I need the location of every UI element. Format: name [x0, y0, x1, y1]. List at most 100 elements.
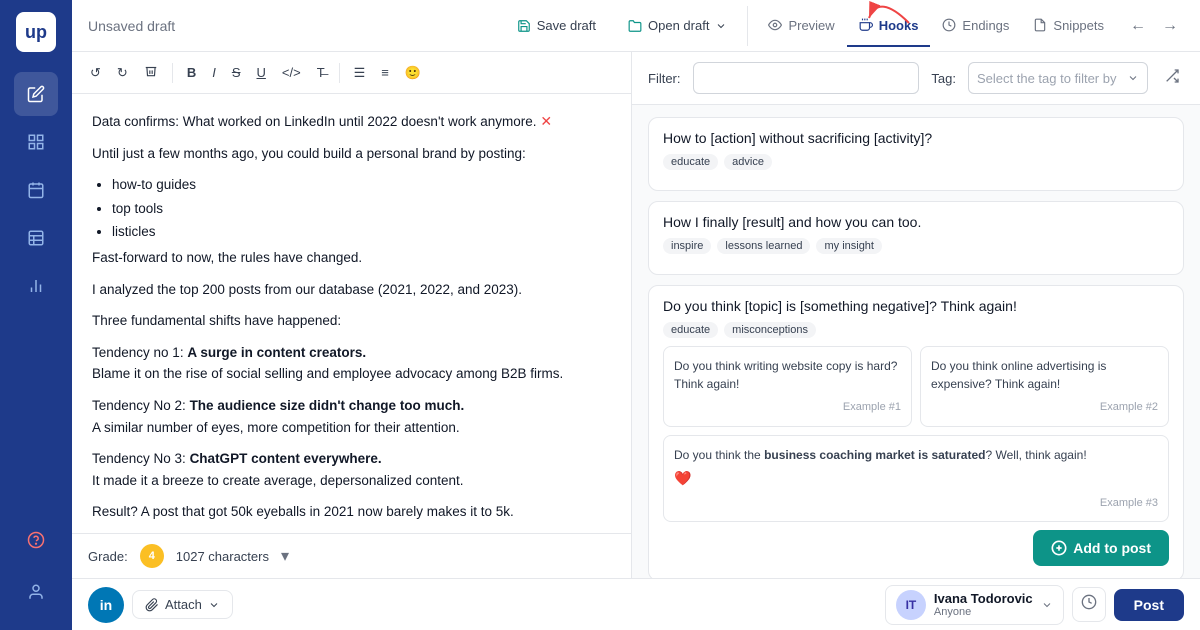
tag-select-placeholder: Select the tag to filter by: [977, 71, 1121, 86]
topbar: Unsaved draft Save draft Open draft Prev…: [72, 0, 1200, 52]
author-sub: Anyone: [934, 606, 1033, 618]
sidebar-item-help[interactable]: [14, 518, 58, 562]
undo-button[interactable]: ↺: [84, 61, 107, 85]
editor-paragraph: Tendency No 2: The audience size didn't …: [92, 395, 611, 438]
editor-content[interactable]: Data confirms: What worked on LinkedIn u…: [72, 94, 631, 533]
clear-format-button[interactable]: T̶: [311, 61, 331, 84]
sidebar-item-calendar[interactable]: [14, 168, 58, 212]
hook-tag: misconceptions: [724, 322, 816, 338]
hook-tags-3: educate misconceptions: [663, 322, 1169, 338]
shuffle-button[interactable]: [1160, 64, 1184, 93]
underline-button[interactable]: U: [251, 61, 272, 84]
hook-title-1: How to [action] without sacrificing [act…: [663, 130, 1169, 146]
save-draft-button[interactable]: Save draft: [505, 12, 608, 39]
sidebar-item-grid[interactable]: [14, 120, 58, 164]
bullet-list-button[interactable]: ☰: [348, 61, 372, 85]
editor-paragraph: Fast-forward to now, the rules have chan…: [92, 247, 611, 269]
filter-input[interactable]: [693, 62, 920, 94]
editor-paragraph: Data confirms: What worked on LinkedIn u…: [92, 110, 611, 133]
sidebar-bottom: [14, 518, 58, 618]
nav-arrows: ← →: [1124, 13, 1184, 39]
editor-list: how-to guides top tools listicles: [92, 174, 611, 243]
linkedin-label: in: [100, 597, 112, 613]
bold-button[interactable]: B: [181, 61, 202, 84]
list-item: how-to guides: [112, 174, 611, 196]
example-text: Do you think writing website copy is har…: [674, 357, 901, 393]
example-text: Do you think online advertising is expen…: [931, 357, 1158, 393]
hook-tag: lessons learned: [717, 238, 810, 254]
bottom-bar: in Attach IT Ivana Todorovic Anyone Post: [72, 578, 1200, 630]
sidebar-item-user[interactable]: [14, 570, 58, 614]
tab-preview[interactable]: Preview: [756, 6, 846, 47]
editor-toolbar: ↺ ↻ B I S U </> T̶ ☰ ≡ 🙂: [72, 52, 631, 94]
add-to-post-row: Add to post: [663, 522, 1169, 568]
app-logo: up: [16, 12, 56, 52]
hook-tags-2: inspire lessons learned my insight: [663, 238, 1169, 254]
char-caret-icon[interactable]: ▾: [281, 546, 289, 566]
strikethrough-button[interactable]: S: [226, 61, 247, 84]
hook-card-1: How to [action] without sacrificing [act…: [648, 117, 1184, 191]
tab-endings[interactable]: Endings: [930, 6, 1021, 47]
close-icon[interactable]: ✕: [540, 113, 552, 129]
code-button[interactable]: </>: [276, 61, 307, 84]
filter-bar: Filter: Tag: Select the tag to filter by: [632, 52, 1200, 105]
sidebar-item-chart[interactable]: [14, 264, 58, 308]
example-label: Example #2: [931, 399, 1158, 416]
ordered-list-button[interactable]: ≡: [375, 61, 395, 84]
add-to-post-label: Add to post: [1073, 540, 1151, 556]
add-to-post-button[interactable]: Add to post: [1033, 530, 1169, 566]
post-button[interactable]: Post: [1114, 589, 1184, 621]
grade-badge: 4: [140, 544, 164, 568]
editor-paragraph: Result? A post that got 50k eyeballs in …: [92, 501, 611, 523]
schedule-button[interactable]: [1072, 587, 1106, 622]
editor-paragraph: I analyzed the top 200 posts from our da…: [92, 279, 611, 301]
editor-footer: Grade: 4 1027 characters ▾: [72, 533, 631, 578]
emoji-button[interactable]: 🙂: [399, 61, 427, 85]
hook-tag: educate: [663, 154, 718, 170]
hooks-list: How to [action] without sacrificing [act…: [632, 105, 1200, 578]
avatar: IT: [896, 590, 926, 620]
example-label: Example #1: [674, 399, 901, 416]
emoji-icon: ❤️: [674, 470, 691, 486]
editor-paragraph: Tendency no 1: A surge in content creato…: [92, 342, 611, 385]
nav-forward-button[interactable]: →: [1156, 13, 1184, 39]
clear-button[interactable]: [138, 60, 164, 85]
example-label: Example #3: [674, 495, 1158, 512]
right-panel: Filter: Tag: Select the tag to filter by…: [632, 52, 1200, 578]
open-draft-button[interactable]: Open draft: [616, 12, 739, 39]
tab-hooks[interactable]: Hooks: [847, 6, 931, 47]
editor-paragraph: Until just a few months ago, you could b…: [92, 143, 611, 165]
nav-tabs: Preview Hooks: [747, 6, 1116, 46]
linkedin-button[interactable]: in: [88, 587, 124, 623]
attach-label: Attach: [165, 597, 202, 612]
example-card-2: Do you think online advertising is expen…: [920, 346, 1169, 427]
attach-button[interactable]: Attach: [132, 590, 233, 619]
tab-snippets-label: Snippets: [1053, 18, 1104, 33]
draft-title: Unsaved draft: [88, 18, 175, 34]
tag-select[interactable]: Select the tag to filter by: [968, 62, 1148, 94]
filter-label: Filter:: [648, 71, 681, 86]
sidebar-item-edit[interactable]: [14, 72, 58, 116]
sidebar-item-table[interactable]: [14, 216, 58, 260]
hook-card-3: Do you think [topic] is [something negat…: [648, 285, 1184, 578]
example-card-1: Do you think writing website copy is har…: [663, 346, 912, 427]
example-card-3: Do you think the business coaching marke…: [663, 435, 1169, 523]
tab-endings-label: Endings: [962, 18, 1009, 33]
main-area: Unsaved draft Save draft Open draft Prev…: [72, 0, 1200, 630]
topbar-actions: Save draft Open draft: [505, 12, 740, 39]
save-draft-label: Save draft: [537, 18, 596, 33]
author-area[interactable]: IT Ivana Todorovic Anyone: [885, 585, 1064, 625]
hook-tag: educate: [663, 322, 718, 338]
tag-label: Tag:: [931, 71, 956, 86]
italic-button[interactable]: I: [206, 61, 222, 84]
example-text: Do you think the business coaching marke…: [674, 446, 1158, 464]
chevron-down-icon: [1041, 599, 1053, 611]
char-count: 1027 characters: [176, 549, 269, 564]
nav-back-button[interactable]: ←: [1124, 13, 1152, 39]
redo-button[interactable]: ↻: [111, 61, 134, 85]
hook-card-2: How I finally [result] and how you can t…: [648, 201, 1184, 275]
tab-snippets[interactable]: Snippets: [1021, 6, 1116, 47]
editor-panel: ↺ ↻ B I S U </> T̶ ☰ ≡ 🙂 Data confirms: [72, 52, 632, 578]
list-item: top tools: [112, 198, 611, 220]
editor-paragraph: Tendency No 3: ChatGPT content everywher…: [92, 448, 611, 491]
